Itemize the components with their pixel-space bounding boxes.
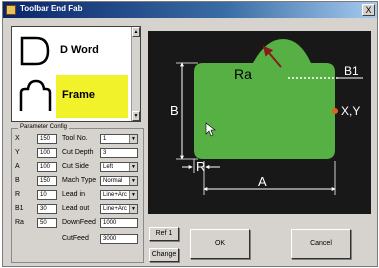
shape-item-d-word[interactable]: D Word xyxy=(12,30,132,73)
chevron-down-icon[interactable]: ▼ xyxy=(129,191,137,199)
param-input-b[interactable]: 150 xyxy=(37,176,57,186)
param-label-r: R xyxy=(15,191,21,198)
param-label-lead-in: Lead in xyxy=(62,191,85,198)
ok-button[interactable]: OK xyxy=(190,229,250,259)
param-input-ra[interactable]: 50 xyxy=(37,218,57,228)
change-button[interactable]: Change xyxy=(149,248,179,262)
param-label-b: B xyxy=(15,177,20,184)
parameter-config-group: Parameter Config X 150 Y 100 A 100 B 150… xyxy=(11,124,144,263)
chevron-down-icon[interactable]: ▼ xyxy=(129,205,137,213)
select-value: 1 xyxy=(103,136,107,142)
param-input-a[interactable]: 100 xyxy=(37,162,57,172)
cut-side-select[interactable]: Left ▼ xyxy=(100,162,138,172)
shape-item-frame[interactable]: Frame xyxy=(12,75,132,118)
lead-in-select[interactable]: Line+Arc ▼ xyxy=(100,190,138,200)
param-label-mach-type: Mach Type xyxy=(62,177,97,184)
param-label-tool-no: Tool No. xyxy=(62,135,88,142)
param-label-cut-side: Cut Side xyxy=(62,163,89,170)
close-button[interactable]: X xyxy=(362,4,375,16)
cancel-button[interactable]: Cancel xyxy=(291,229,351,259)
param-label-cut-depth: Cut Depth xyxy=(62,149,94,156)
select-value: Normal xyxy=(103,178,123,184)
list-scrollbar[interactable]: ▲ ▼ xyxy=(131,27,140,121)
app-icon xyxy=(6,5,16,15)
shape-list[interactable]: D Word Frame ▲ ▼ xyxy=(11,26,141,122)
select-value: Left xyxy=(103,164,114,170)
chevron-down-icon[interactable]: ▼ xyxy=(129,177,137,185)
label-ra: Ra xyxy=(234,66,252,82)
shape-item-label: D Word xyxy=(60,44,99,56)
param-label-y: Y xyxy=(15,149,20,156)
label-xy: X,Y xyxy=(341,104,360,118)
group-title: Parameter Config xyxy=(18,124,70,130)
param-label-x: X xyxy=(15,135,20,142)
param-label-cut-feed: CutFeed xyxy=(62,235,89,242)
tool-no-select[interactable]: 1 ▼ xyxy=(100,134,138,144)
shape-preview-diagram: Ra B1 B R A X,Y xyxy=(170,39,363,195)
select-value: Line+Arc xyxy=(103,192,127,198)
param-input-x[interactable]: 150 xyxy=(37,134,57,144)
shape-preview-panel: Ra B1 B R A X,Y xyxy=(148,31,371,214)
label-b: B xyxy=(170,103,179,118)
down-feed-input[interactable]: 1000 xyxy=(100,218,138,228)
scroll-up-icon[interactable]: ▲ xyxy=(132,27,140,37)
label-a: A xyxy=(258,174,267,189)
mach-type-select[interactable]: Normal ▼ xyxy=(100,176,138,186)
ref-button[interactable]: Ref 1 xyxy=(149,227,179,241)
d-shape-icon xyxy=(20,36,50,66)
frame-shape xyxy=(194,39,335,159)
chevron-down-icon[interactable]: ▼ xyxy=(129,163,137,171)
param-label-b1: B1 xyxy=(15,205,24,212)
param-input-r[interactable]: 10 xyxy=(37,190,57,200)
title-bar[interactable]: Toolbar End Fab X xyxy=(3,2,377,18)
param-input-y[interactable]: 100 xyxy=(37,148,57,158)
select-value: Line+Arc xyxy=(103,206,127,212)
dialog-window: Toolbar End Fab X D Word Frame ▲ ▼ Param… xyxy=(2,1,378,267)
param-input-b1[interactable]: 30 xyxy=(37,204,57,214)
label-r: R xyxy=(196,159,205,174)
param-label-lead-out: Lead out xyxy=(62,205,90,212)
origin-marker xyxy=(332,108,338,114)
cut-depth-input[interactable]: 3 xyxy=(100,148,138,158)
shape-item-label: Frame xyxy=(62,89,96,101)
cut-feed-input[interactable]: 3000 xyxy=(100,234,138,244)
param-label-a: A xyxy=(15,163,20,170)
frame-shape-icon xyxy=(19,79,52,111)
param-label-ra: Ra xyxy=(15,219,24,226)
param-label-down-feed: DownFeed xyxy=(62,219,96,226)
chevron-down-icon[interactable]: ▼ xyxy=(129,135,137,143)
lead-out-select[interactable]: Line+Arc ▼ xyxy=(100,204,138,214)
scroll-down-icon[interactable]: ▼ xyxy=(132,111,140,121)
label-b1: B1 xyxy=(344,64,359,78)
window-title: Toolbar End Fab xyxy=(20,4,83,13)
